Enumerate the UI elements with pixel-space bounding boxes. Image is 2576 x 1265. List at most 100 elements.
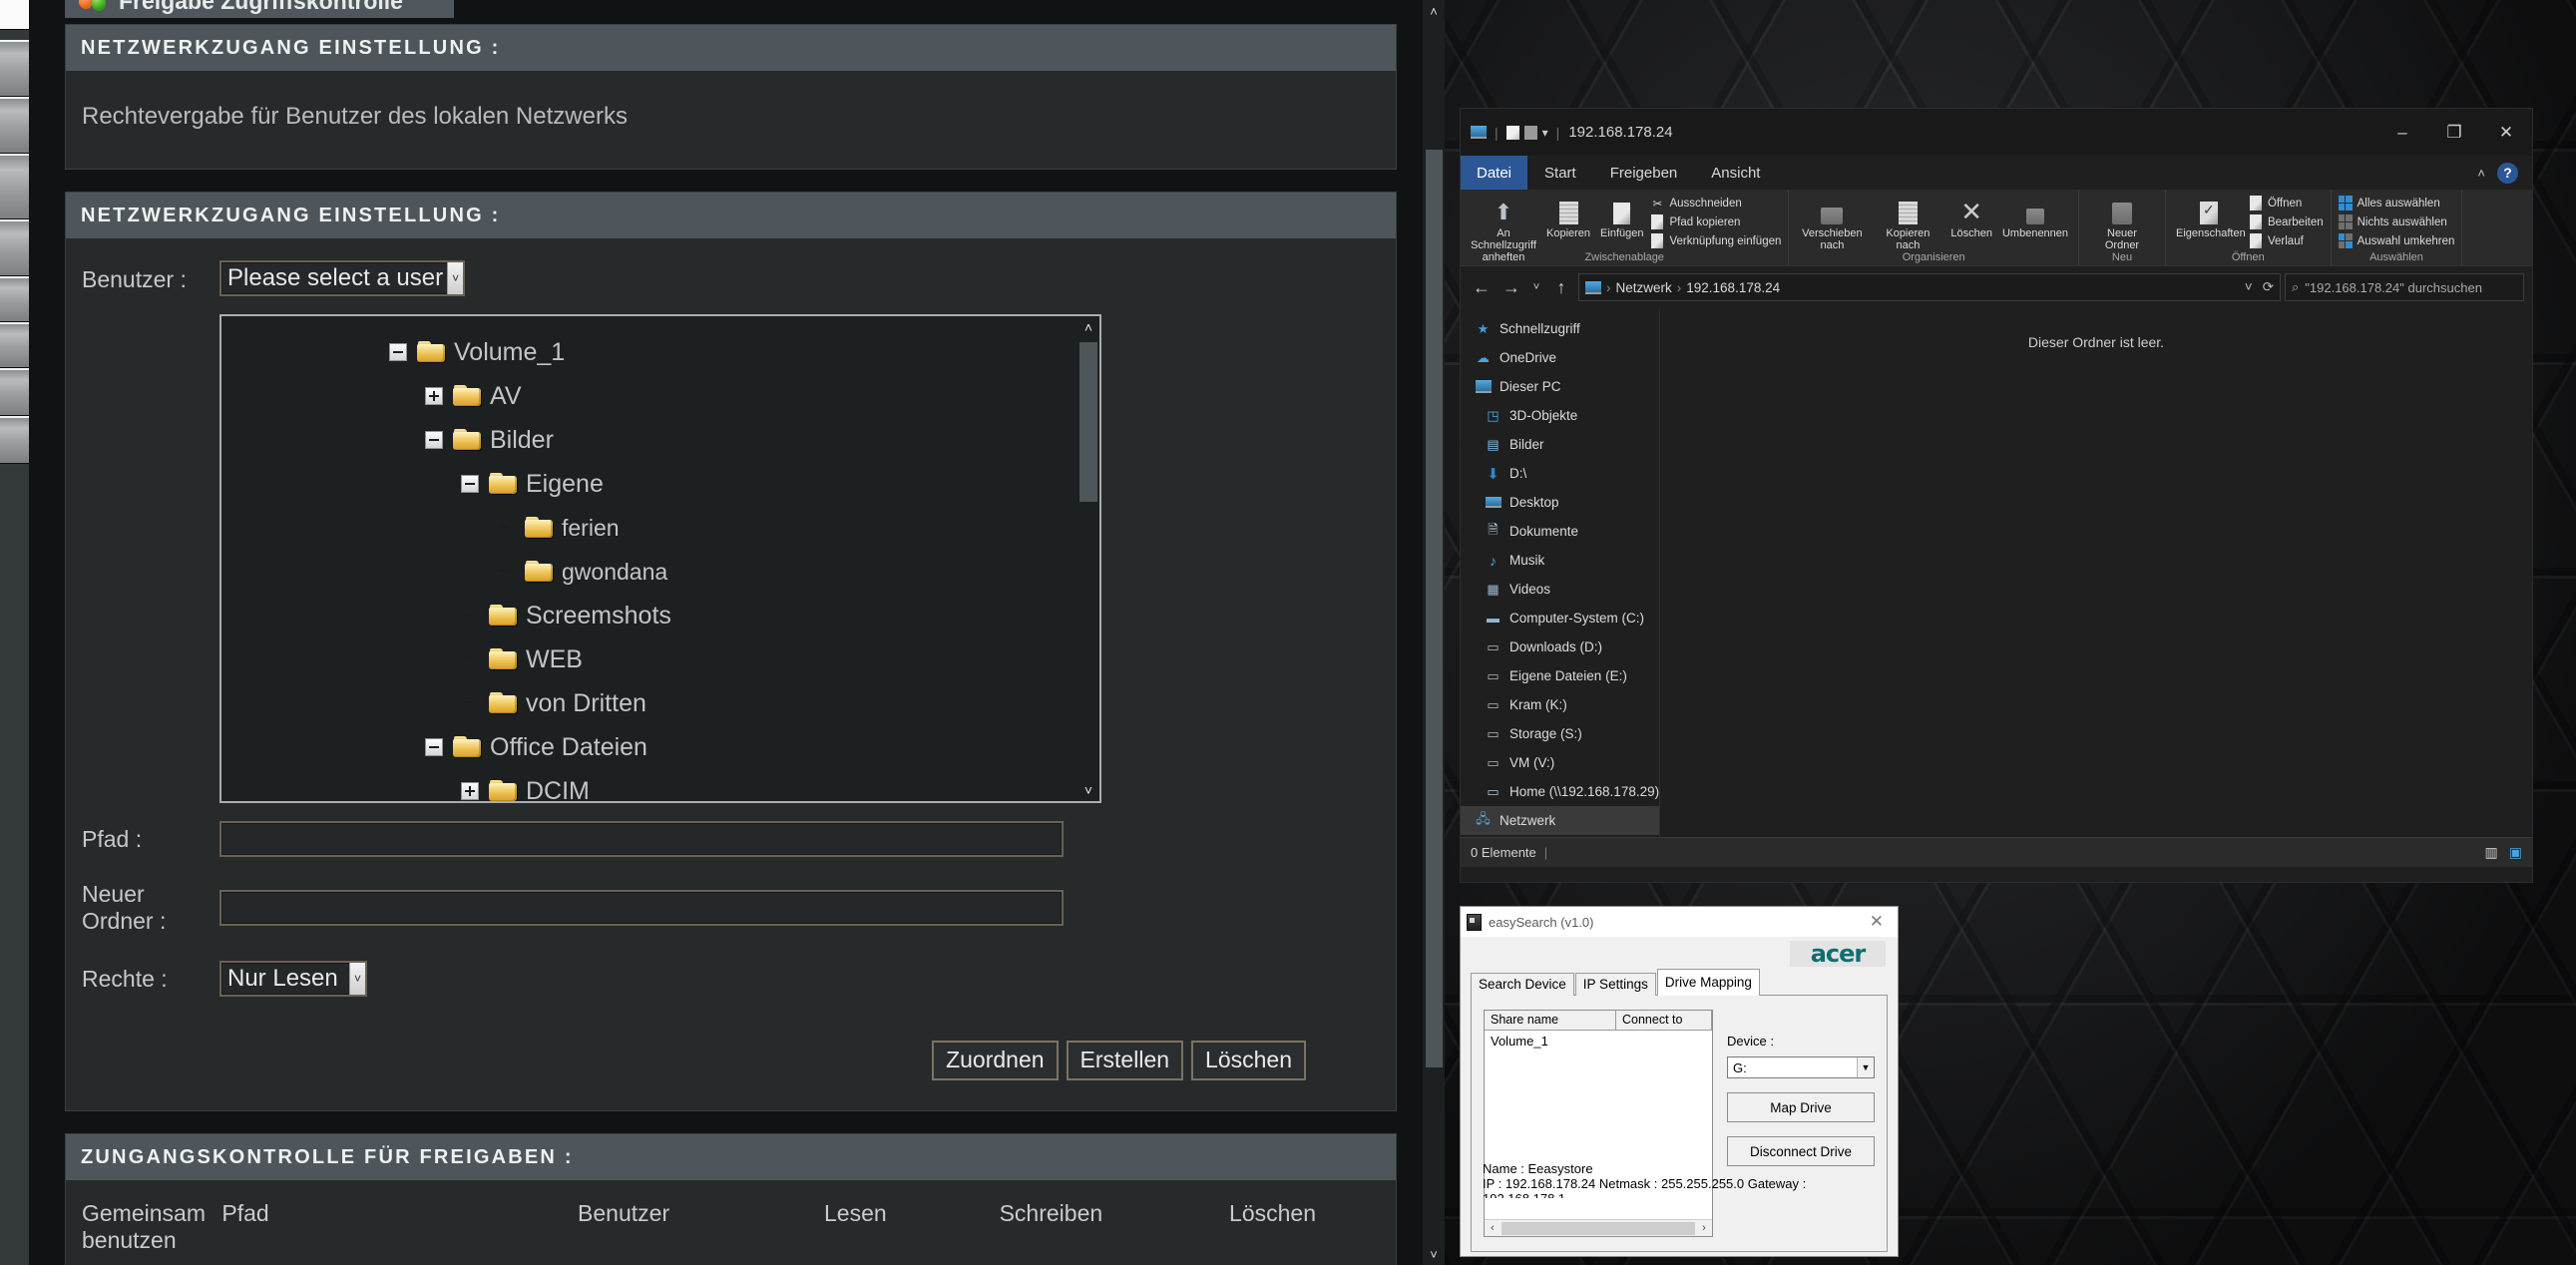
ribbon-button[interactable]: Alles auswählen xyxy=(2339,195,2455,211)
tree-node[interactable]: Volume_1 xyxy=(221,330,1099,374)
share-list[interactable]: Share name Connect to Volume_1 ‹ › xyxy=(1484,1010,1713,1237)
scroll-right-icon[interactable]: › xyxy=(1696,1222,1712,1234)
sidebar-item-dieser-pc[interactable]: Dieser PC xyxy=(1461,372,1659,401)
quick-access-doc-icon[interactable] xyxy=(1506,126,1519,140)
close-icon[interactable]: ✕ xyxy=(1862,912,1892,932)
tree-node[interactable]: AV xyxy=(221,374,1099,418)
tree-node[interactable]: gwondana xyxy=(221,550,1099,594)
ribbon-button[interactable]: Bearbeiten xyxy=(2249,213,2324,230)
left-nav-chip[interactable] xyxy=(0,40,29,97)
customize-qat-icon[interactable]: ▾ xyxy=(1542,126,1548,140)
col-connect-to[interactable]: Connect to xyxy=(1616,1011,1712,1031)
ribbon-button[interactable]: ✂Ausschneiden xyxy=(1650,195,1781,211)
breadcrumb-netzwerk[interactable]: Netzwerk xyxy=(1616,280,1672,295)
sidebar-item-storage-s[interactable]: ▭Storage (S:) xyxy=(1461,719,1659,748)
tab-drive-mapping[interactable]: Drive Mapping xyxy=(1657,969,1760,996)
left-nav-chip[interactable] xyxy=(0,416,29,464)
tree-node[interactable]: von Dritten xyxy=(221,681,1099,725)
collapse-icon[interactable] xyxy=(461,475,479,493)
ribbon-button[interactable]: ✕Löschen xyxy=(1947,193,1995,241)
expand-icon[interactable] xyxy=(461,782,479,800)
tab-datei[interactable]: Datei xyxy=(1461,156,1527,190)
recent-locations-icon[interactable]: ˅ xyxy=(1528,274,1544,300)
large-icons-view-icon[interactable]: ▣ xyxy=(2509,844,2522,861)
left-nav-chip[interactable] xyxy=(0,154,29,219)
left-nav-chip[interactable] xyxy=(0,97,29,154)
sidebar-item-desktop[interactable]: Desktop xyxy=(1461,488,1659,517)
sidebar-item-bilder[interactable]: ▤Bilder xyxy=(1461,430,1659,459)
tree-scrollbar[interactable]: ˄ ˅ xyxy=(1077,316,1099,801)
easysearch-titlebar[interactable]: easySearch (v1.0) ✕ xyxy=(1461,907,1898,937)
ribbon-button[interactable]: Verknüpfung einfügen xyxy=(1650,232,1781,249)
tab-freigeben[interactable]: Freigeben xyxy=(1593,156,1695,190)
ribbon-button[interactable]: Pfad kopieren xyxy=(1650,213,1781,230)
left-nav-chip[interactable] xyxy=(0,219,29,276)
left-nav-chip[interactable] xyxy=(0,368,29,416)
collapse-ribbon-icon[interactable]: ˄ xyxy=(2477,166,2485,181)
tab-freigabe-zugriffskontrolle[interactable]: Freigabe Zugriffskontrolle xyxy=(65,0,454,18)
tree-node[interactable]: Bilder xyxy=(221,418,1099,462)
ribbon-button[interactable]: Kopieren nach xyxy=(1872,193,1943,253)
folder-tree[interactable]: Volume_1AVBilderEigeneferiengwondanaScre… xyxy=(219,314,1101,803)
device-select[interactable]: G: ▼ xyxy=(1727,1056,1875,1078)
tree-scroll-up-icon[interactable]: ˄ xyxy=(1077,316,1099,338)
forward-button[interactable]: → xyxy=(1499,274,1524,300)
col-share-name[interactable]: Share name xyxy=(1485,1011,1616,1031)
left-nav-chip-active[interactable] xyxy=(0,0,29,30)
collapse-icon[interactable] xyxy=(425,738,443,756)
left-nav-chip[interactable] xyxy=(0,322,29,368)
close-button[interactable]: ✕ xyxy=(2480,109,2532,156)
sidebar-item-videos[interactable]: ▦Videos xyxy=(1461,575,1659,604)
sidebar-item-home-192-168-178-29-z[interactable]: ▭Home (\\192.168.178.29) (Z:) xyxy=(1461,777,1659,806)
map-drive-button[interactable]: Map Drive xyxy=(1727,1092,1875,1122)
sidebar-item-schnellzugriff[interactable]: ★Schnellzugriff xyxy=(1461,314,1659,343)
hscroll-thumb[interactable] xyxy=(1502,1222,1695,1235)
navigation-pane[interactable]: ★Schnellzugriff☁OneDriveDieser PC◳3D-Obj… xyxy=(1461,308,1660,837)
tree-scroll-thumb[interactable] xyxy=(1079,342,1097,502)
back-button[interactable]: ← xyxy=(1469,274,1495,300)
page-scroll-up-icon[interactable]: ˄ xyxy=(1423,0,1445,22)
sidebar-item-d[interactable]: ⬇D:\ xyxy=(1461,459,1659,488)
share-row[interactable]: Volume_1 xyxy=(1491,1034,1712,1049)
neuer-ordner-input[interactable] xyxy=(219,890,1064,926)
pfad-input[interactable] xyxy=(219,821,1064,857)
ribbon-button[interactable]: Umbenennen xyxy=(1999,193,2071,241)
tree-node[interactable]: DCIM xyxy=(221,769,1099,803)
maximize-button[interactable]: ❐ xyxy=(2428,109,2480,156)
sidebar-item-onedrive[interactable]: ☁OneDrive xyxy=(1461,343,1659,372)
tree-node[interactable]: Screemshots xyxy=(221,594,1099,637)
tab-search-device[interactable]: Search Device xyxy=(1471,973,1574,996)
tree-node[interactable]: WEB xyxy=(221,637,1099,681)
left-nav-chip[interactable] xyxy=(0,276,29,322)
sidebar-item-computer-system-c[interactable]: ▬Computer-System (C:) xyxy=(1461,604,1659,632)
collapse-icon[interactable] xyxy=(389,343,407,361)
sidebar-item-vm-v[interactable]: ▭VM (V:) xyxy=(1461,748,1659,777)
page-scroll-thumb[interactable] xyxy=(1426,150,1443,1067)
tree-node[interactable]: ferien xyxy=(221,506,1099,550)
breadcrumb-host[interactable]: 192.168.178.24 xyxy=(1686,280,1780,295)
explorer-titlebar[interactable]: | ▾ | 192.168.178.24 – ❐ ✕ xyxy=(1461,109,2532,156)
sidebar-item-netzwerk[interactable]: 🖧Netzwerk xyxy=(1461,806,1659,835)
sidebar-item-eigene-dateien-e[interactable]: ▭Eigene Dateien (E:) xyxy=(1461,661,1659,690)
refresh-icon[interactable]: ⟳ xyxy=(2263,279,2274,295)
tab-start[interactable]: Start xyxy=(1527,156,1593,190)
expand-icon[interactable] xyxy=(425,387,443,405)
share-list-hscrollbar[interactable]: ‹ › xyxy=(1485,1219,1712,1236)
tree-node[interactable]: Office Dateien xyxy=(221,725,1099,769)
ribbon-button[interactable]: Verschieben nach xyxy=(1796,193,1868,253)
zuordnen-button[interactable]: Zuordnen xyxy=(932,1041,1058,1080)
scroll-left-icon[interactable]: ‹ xyxy=(1485,1222,1501,1234)
ribbon-button[interactable]: Öffnen xyxy=(2249,195,2324,211)
quick-access-folder-icon[interactable] xyxy=(1524,126,1537,140)
ribbon-button[interactable]: Kopieren xyxy=(1543,193,1593,241)
search-box[interactable]: ⌕ "192.168.178.24" durchsuchen xyxy=(2285,273,2524,301)
rechte-select[interactable]: Nur Lesen ˅ xyxy=(219,961,367,997)
page-scroll-down-icon[interactable]: ˅ xyxy=(1423,1243,1445,1265)
breadcrumb[interactable]: › Netzwerk › 192.168.178.24 ˅ ⟳ xyxy=(1578,273,2281,301)
ribbon-button[interactable]: Einfügen xyxy=(1597,193,1646,241)
ribbon-button[interactable]: Nichts auswählen xyxy=(2339,213,2455,230)
ribbon-button[interactable]: Verlauf xyxy=(2249,232,2324,249)
collapse-icon[interactable] xyxy=(425,431,443,449)
benutzer-select[interactable]: Please select a user ˅ xyxy=(219,260,465,296)
tree-scroll-down-icon[interactable]: ˅ xyxy=(1077,779,1099,801)
